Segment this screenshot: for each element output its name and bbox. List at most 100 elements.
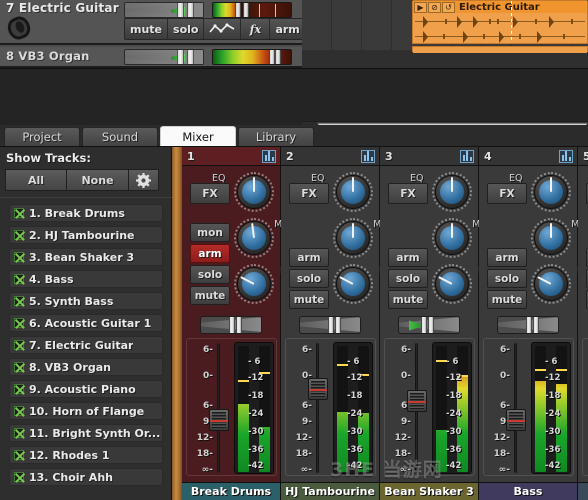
- track-header-row[interactable]: 8 VB3 Organ: [0, 47, 302, 68]
- volume-fader[interactable]: [209, 408, 229, 431]
- list-item[interactable]: 13. Choir Ahh: [9, 468, 163, 486]
- eq-mid-knob[interactable]: Mid: [531, 218, 588, 258]
- channel-fx-button[interactable]: FX: [289, 183, 329, 204]
- loop-clip-icon[interactable]: ↺: [442, 1, 455, 13]
- gear-icon[interactable]: [129, 169, 159, 191]
- channel-header[interactable]: 4: [479, 147, 577, 166]
- channel-mute-button[interactable]: mute: [190, 286, 230, 305]
- track-visibility-checkbox[interactable]: [14, 274, 24, 284]
- channel-solo-button[interactable]: solo: [190, 265, 230, 284]
- channel-name-label[interactable]: HJ Tambourine: [281, 482, 379, 500]
- list-item[interactable]: 7. Electric Guitar: [9, 336, 163, 354]
- tab-library[interactable]: Library: [238, 127, 314, 146]
- track-visibility-checkbox[interactable]: [14, 428, 24, 438]
- list-item[interactable]: 8. VB3 Organ: [9, 358, 163, 376]
- mute-clip-icon[interactable]: ⊘: [428, 1, 441, 13]
- channel-arm-button[interactable]: arm: [487, 248, 527, 267]
- pan-slider[interactable]: [497, 315, 559, 334]
- eq-lo-knob[interactable]: Lo: [234, 264, 291, 304]
- audio-clip[interactable]: [412, 46, 588, 53]
- channel-header[interactable]: 3: [380, 147, 478, 166]
- eq-hi-knob[interactable]: EQHi: [509, 172, 588, 212]
- channel-settings-icon[interactable]: [460, 150, 474, 163]
- eq-hi-knob[interactable]: EQHi: [212, 172, 291, 212]
- channel-mon-button[interactable]: mon: [190, 223, 230, 242]
- track-visibility-checkbox[interactable]: [14, 450, 24, 460]
- channel-header[interactable]: 1: [182, 147, 280, 166]
- track-solo-button[interactable]: solo: [168, 19, 205, 39]
- channel-strip[interactable]: 3FXarmsolomuteEQHiMidLo6-0-6-9-12-18-∞--…: [380, 147, 489, 500]
- channel-arm-button[interactable]: arm: [388, 248, 428, 267]
- channel-name-label[interactable]: Bean Shaker 3: [380, 482, 478, 500]
- track-fx-button[interactable]: fx: [241, 19, 271, 39]
- list-item[interactable]: 10. Horn of Flange: [9, 402, 163, 420]
- channel-arm-button[interactable]: arm: [190, 244, 230, 263]
- list-item[interactable]: 1. Break Drums: [9, 204, 163, 222]
- list-item[interactable]: 11. Bright Synth Or...: [9, 424, 163, 442]
- play-icon[interactable]: ▶: [414, 1, 427, 13]
- channel-mute-button[interactable]: mute: [289, 290, 329, 309]
- pan-slider[interactable]: [299, 315, 361, 334]
- list-item[interactable]: 9. Acoustic Piano: [9, 380, 163, 398]
- fader-track[interactable]: [316, 343, 319, 473]
- pan-slider[interactable]: [200, 315, 262, 334]
- eq-mid-knob[interactable]: Mid: [234, 218, 291, 258]
- channel-settings-icon[interactable]: [361, 150, 375, 163]
- channel-solo-button[interactable]: solo: [388, 269, 428, 288]
- channel-name-label[interactable]: Break Drums: [182, 482, 280, 500]
- tab-mixer[interactable]: Mixer: [160, 126, 236, 146]
- track-visibility-checkbox[interactable]: [14, 472, 24, 482]
- playhead[interactable]: [511, 1, 512, 43]
- show-none-button[interactable]: None: [67, 169, 129, 191]
- timeline-lane[interactable]: ▶ ⊘ ↺ Electric Guitar: [302, 0, 588, 53]
- show-all-button[interactable]: All: [5, 169, 67, 191]
- track-visibility-checkbox[interactable]: [14, 296, 24, 306]
- eq-hi-knob[interactable]: EQHi: [311, 172, 390, 212]
- channel-solo-button[interactable]: solo: [289, 269, 329, 288]
- channel-name-label[interactable]: Bass: [479, 482, 577, 500]
- volume-fader[interactable]: [308, 377, 328, 400]
- track-visibility-checkbox[interactable]: [14, 384, 24, 394]
- eq-hi-knob[interactable]: EQHi: [410, 172, 489, 212]
- track-volume-slider[interactable]: [124, 49, 204, 65]
- channel-strip[interactable]: 5 FXarmsolomuteEQHiMidLo 6-0-6-9-12-18-∞--…: [578, 147, 588, 500]
- track-mute-button[interactable]: mute: [125, 19, 169, 39]
- audio-clip[interactable]: ▶ ⊘ ↺ Electric Guitar: [412, 0, 588, 44]
- channel-strip[interactable]: 4 FX arm solo mute EQHi Mid Lo 6-0-6-9-12-18-∞--…: [479, 147, 588, 500]
- automation-curve-icon[interactable]: [204, 19, 242, 39]
- channel-fx-button[interactable]: FX: [487, 183, 527, 204]
- channel-strip[interactable]: 2FXarmsolomuteEQHiMidLo6-0-6-9-12-18-∞--…: [281, 147, 390, 500]
- channel-name-label[interactable]: [578, 482, 588, 500]
- track-visibility-checkbox[interactable]: [14, 362, 24, 372]
- channel-solo-button[interactable]: solo: [487, 269, 527, 288]
- channel-mute-button[interactable]: mute: [487, 290, 527, 309]
- channel-fx-button[interactable]: FX: [388, 183, 428, 204]
- track-visibility-checkbox[interactable]: [14, 318, 24, 328]
- list-item[interactable]: 4. Bass: [9, 270, 163, 288]
- channel-settings-icon[interactable]: [262, 150, 276, 163]
- eq-lo-knob[interactable]: Lo: [432, 264, 489, 304]
- track-visibility-checkbox[interactable]: [14, 406, 24, 416]
- channel-strip[interactable]: 1FXmonarmsolomuteEQHiMidLo6-0-6-9-12-18-…: [182, 147, 291, 500]
- volume-fader[interactable]: [407, 389, 427, 412]
- track-header-row[interactable]: 7 Electric Guitar mute solo fx arm: [0, 0, 336, 45]
- track-visibility-checkbox[interactable]: [14, 208, 24, 218]
- track-visibility-checkbox[interactable]: [14, 340, 24, 350]
- channel-arm-button[interactable]: arm: [289, 248, 329, 267]
- channel-header[interactable]: 2: [281, 147, 379, 166]
- eq-mid-knob[interactable]: Mid: [432, 218, 489, 258]
- tab-sound[interactable]: Sound: [82, 127, 158, 146]
- track-volume-slider[interactable]: [124, 2, 204, 18]
- list-item[interactable]: 3. Bean Shaker 3: [9, 248, 163, 266]
- eq-lo-knob[interactable]: Lo: [531, 264, 588, 304]
- channel-header[interactable]: 5: [578, 147, 588, 166]
- track-arm-button[interactable]: arm: [270, 19, 306, 39]
- eq-lo-knob[interactable]: Lo: [333, 264, 390, 304]
- tab-project[interactable]: Project: [4, 127, 80, 146]
- track-visibility-checkbox[interactable]: [14, 252, 24, 262]
- list-item[interactable]: 12. Rhodes 1: [9, 446, 163, 464]
- channel-fx-button[interactable]: FX: [190, 183, 230, 204]
- channel-mute-button[interactable]: mute: [388, 290, 428, 309]
- track-visibility-checkbox[interactable]: [14, 230, 24, 240]
- eq-mid-knob[interactable]: Mid: [333, 218, 390, 258]
